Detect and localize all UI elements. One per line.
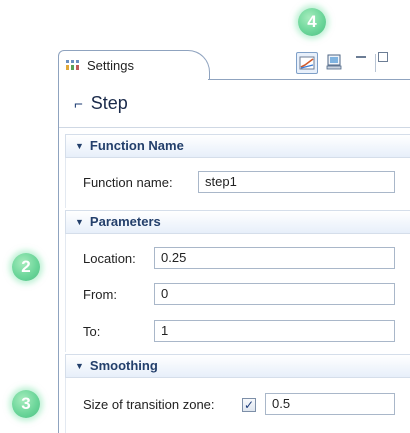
step-function-icon: ⌐: [74, 96, 83, 113]
settings-tab-label: Settings: [87, 58, 134, 73]
plot-icon: [299, 56, 315, 70]
section-smoothing-body: Size of transition zone: ✓ 0.5: [65, 378, 410, 433]
to-input[interactable]: 1: [154, 320, 395, 342]
function-name-label: Function name:: [83, 175, 173, 190]
function-name-input[interactable]: step1: [198, 171, 395, 193]
section-parameters-body: Location: 0.25 From: 0 To: 1: [65, 234, 410, 352]
toolbar-separator: [375, 54, 376, 72]
location-label: Location:: [83, 251, 136, 266]
to-label: To:: [83, 324, 101, 339]
callout-4: 4: [298, 8, 326, 36]
collapse-arrow-icon: ▼: [75, 217, 84, 227]
settings-tab-icon: [66, 60, 79, 70]
settings-tab[interactable]: Settings: [58, 50, 210, 81]
collapse-arrow-icon: ▼: [75, 361, 84, 371]
from-label: From:: [83, 287, 117, 302]
transition-zone-label: Size of transition zone:: [83, 397, 215, 412]
callout-3: 3: [12, 390, 40, 418]
minimize-icon[interactable]: [356, 56, 366, 58]
node-title-text: Step: [90, 93, 128, 113]
maximize-icon[interactable]: [378, 52, 388, 62]
plot-button[interactable]: [296, 52, 318, 74]
section-smoothing-title: Smoothing: [89, 358, 158, 373]
from-input[interactable]: 0: [154, 283, 395, 305]
section-parameters-header[interactable]: ▼ Parameters: [65, 210, 410, 234]
section-function-name-header[interactable]: ▼ Function Name: [65, 134, 410, 158]
monitor-button[interactable]: [324, 52, 346, 74]
section-smoothing-header[interactable]: ▼ Smoothing: [65, 354, 410, 378]
settings-tab-bar: Settings: [58, 48, 410, 81]
callout-2: 2: [12, 253, 40, 281]
section-parameters-title: Parameters: [89, 214, 161, 229]
monitor-icon: [326, 54, 342, 70]
title-divider: [59, 127, 410, 128]
location-input[interactable]: 0.25: [154, 247, 395, 269]
settings-panel: ⌐ Step ▼ Function Name Function name: step…: [58, 80, 410, 433]
collapse-arrow-icon: ▼: [75, 141, 84, 151]
transition-zone-checkbox[interactable]: ✓: [242, 398, 256, 412]
section-function-name-title: Function Name: [89, 138, 184, 153]
section-function-name-body: Function name: step1: [65, 158, 410, 208]
node-title: ⌐ Step: [74, 93, 128, 114]
transition-zone-input[interactable]: 0.5: [265, 393, 395, 415]
